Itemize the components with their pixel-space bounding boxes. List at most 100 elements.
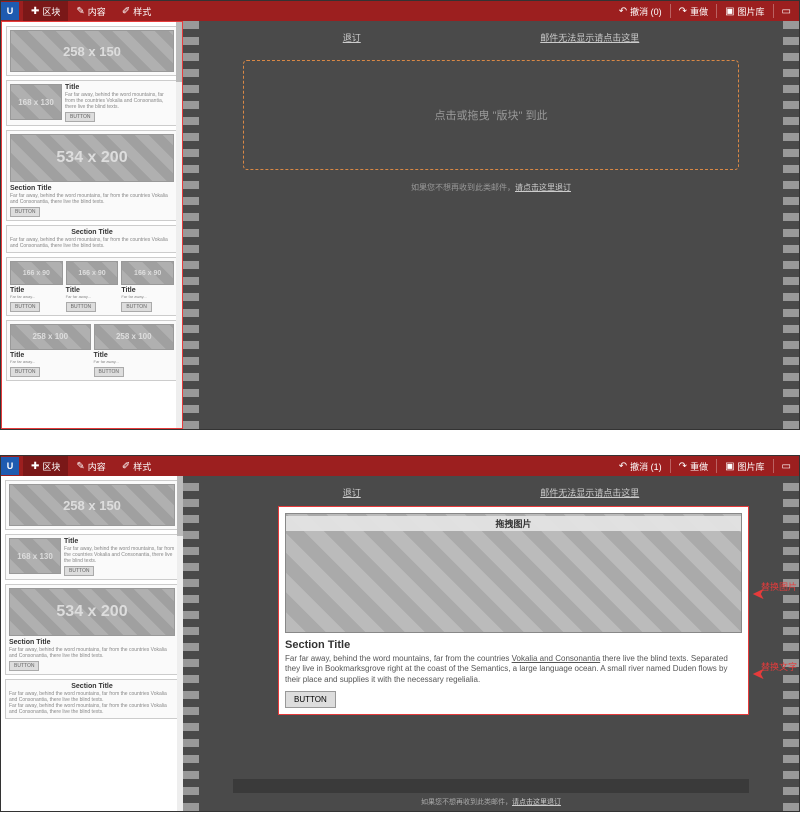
redo-label: 重做 xyxy=(690,5,708,18)
preview-button[interactable]: ▭ xyxy=(774,456,799,476)
placeholder-image: 166 x 90 xyxy=(10,261,63,285)
canvas-edge-left xyxy=(183,21,199,429)
canvas-edge-right xyxy=(783,476,799,811)
lorem-text: Far far away, behind the word mountains,… xyxy=(65,92,174,110)
block-button: BUTTON xyxy=(9,661,39,671)
block-template[interactable]: Section Title Far far away, behind the w… xyxy=(6,225,178,253)
block-button: BUTTON xyxy=(66,302,96,312)
block-template[interactable]: Section Title Far far away, behind the w… xyxy=(5,679,179,719)
app-logo[interactable]: U xyxy=(1,2,19,20)
lorem-text: Far far away, behind the word mountains,… xyxy=(10,237,174,249)
lorem-text: Far far away... xyxy=(121,295,174,300)
pencil-icon: ✎ xyxy=(76,6,84,17)
block-template[interactable]: 258 x 150 xyxy=(6,26,178,76)
placeholder-image: 166 x 90 xyxy=(121,261,174,285)
text-part: Far far away, behind the word mountains,… xyxy=(285,654,512,663)
block-image-area[interactable]: 拖拽图片 xyxy=(285,513,742,633)
tab-style[interactable]: ✐样式 xyxy=(114,1,159,21)
toolbar: U ✚区块 ✎内容 ✐样式 ↶撤消 (1) ↷重做 ▣ 图片库 ▭ xyxy=(1,456,799,476)
block-button: BUTTON xyxy=(64,566,94,576)
email-header-nav: 退订 邮件无法显示请点击这里 xyxy=(213,21,769,54)
placeholder-image: 258 x 100 xyxy=(10,324,91,350)
redo-button[interactable]: ↷重做 xyxy=(671,456,716,476)
tab-style-label: 样式 xyxy=(133,5,151,18)
view-online-link[interactable]: 邮件无法显示请点击这里 xyxy=(540,31,639,44)
annotation-replace-text: 替换文字 xyxy=(761,660,797,673)
block-template[interactable]: 168 x 130 Title Far far away, behind the… xyxy=(6,80,178,126)
selected-block[interactable]: 拖拽图片 Section Title Far far away, behind … xyxy=(278,506,749,715)
app-logo[interactable]: U xyxy=(1,457,19,475)
blocks-icon: ✚ xyxy=(31,6,39,17)
tab-content[interactable]: ✎ 内容 xyxy=(68,1,113,21)
tab-blocks-label: 区块 xyxy=(42,460,60,473)
toolbar: U ✚区块 ✎ 内容 ✐样式 ↶撤消 (0) ↷重做 ▣ 图片库 ▭ xyxy=(1,1,799,21)
scrollbar-thumb[interactable] xyxy=(176,22,182,82)
image-library-button[interactable]: ▣ 图片库 xyxy=(717,1,772,21)
tab-blocks[interactable]: ✚区块 xyxy=(23,1,68,21)
tab-style[interactable]: ✐样式 xyxy=(114,456,159,476)
undo-label: 撤消 (0) xyxy=(630,5,662,18)
tab-blocks[interactable]: ✚区块 xyxy=(23,456,68,476)
block-template[interactable]: 168 x 130 Title Far far away, behind the… xyxy=(5,534,179,580)
footer-unsub-link[interactable]: 请点击这里退订 xyxy=(515,183,571,192)
section-title: Section Title xyxy=(10,185,174,192)
placeholder-image: 166 x 90 xyxy=(66,261,119,285)
imglib-label: 图片库 xyxy=(738,5,765,18)
image-icon: ▣ xyxy=(725,461,734,472)
section-title: Section Title xyxy=(10,229,174,236)
footer-unsub-link[interactable]: 请点击这里退订 xyxy=(512,799,561,806)
lorem-text: Far far away, behind the word mountains,… xyxy=(64,546,175,564)
placeholder-image: 534 x 200 xyxy=(9,588,175,636)
annotation-replace-image: 替换图片 xyxy=(761,580,797,593)
editor-canvas[interactable]: 退订 邮件无法显示请点击这里 点击或拖曳 "版块" 到此 如果您不想再收到此类邮… xyxy=(183,21,799,429)
tab-content-label: 内容 xyxy=(88,5,106,18)
tab-style-label: 样式 xyxy=(133,460,151,473)
lorem-text: Far far away... xyxy=(10,360,91,365)
image-icon: ▣ xyxy=(725,6,734,17)
preview-button[interactable]: ▭ xyxy=(774,1,799,21)
block-body-text[interactable]: Far far away, behind the word mountains,… xyxy=(285,654,742,685)
unsubscribe-link[interactable]: 退订 xyxy=(343,31,361,44)
undo-icon: ↶ xyxy=(619,6,627,17)
unsubscribe-link[interactable]: 退订 xyxy=(343,486,361,499)
undo-icon: ↶ xyxy=(619,461,627,472)
lorem-text: Far far away, behind the word mountains,… xyxy=(9,703,175,715)
undo-button[interactable]: ↶撤消 (0) xyxy=(611,1,670,21)
email-header-nav: 退订 邮件无法显示请点击这里 xyxy=(213,476,769,509)
tab-content[interactable]: ✎内容 xyxy=(68,456,113,476)
blocks-sidebar: 258 x 150 168 x 130 Title Far far away, … xyxy=(1,476,183,811)
lorem-text: Far far away, behind the word mountains,… xyxy=(9,691,175,703)
block-template[interactable]: 166 x 90 166 x 90 166 x 90 TitleFar far … xyxy=(6,257,178,316)
block-section-title[interactable]: Section Title xyxy=(285,639,742,651)
canvas-edge-left xyxy=(183,476,199,811)
block-template[interactable]: 534 x 200 Section Title Far far away, be… xyxy=(5,584,179,675)
email-footer-bar xyxy=(233,779,749,793)
block-template[interactable]: 258 x 150 xyxy=(5,480,179,530)
placeholder-image: 168 x 130 xyxy=(9,538,61,574)
imglib-label: 图片库 xyxy=(738,460,765,473)
redo-button[interactable]: ↷重做 xyxy=(671,1,716,21)
scrollbar[interactable] xyxy=(176,22,182,428)
text-underline: Vokalia and Consonantia xyxy=(512,654,601,663)
block-button: BUTTON xyxy=(10,302,40,312)
image-library-button[interactable]: ▣ 图片库 xyxy=(717,456,772,476)
brush-icon: ✐ xyxy=(122,461,130,472)
email-footer: 如果您不想再收到此类邮件，请点击这里退订 xyxy=(213,797,769,807)
col-title: Title xyxy=(94,352,175,359)
view-online-link[interactable]: 邮件无法显示请点击这里 xyxy=(540,486,639,499)
block-template[interactable]: 258 x 100 258 x 100 TitleFar far away...… xyxy=(6,320,178,381)
block-title: Title xyxy=(64,538,175,545)
section-title: Section Title xyxy=(9,639,175,646)
screenshot-1: U ✚区块 ✎ 内容 ✐样式 ↶撤消 (0) ↷重做 ▣ 图片库 ▭ 258 x 1… xyxy=(0,0,800,430)
block-button: BUTTON xyxy=(121,302,151,312)
dropzone[interactable]: 点击或拖曳 "版块" 到此 xyxy=(243,60,739,170)
block-cta-button[interactable]: BUTTON xyxy=(285,691,336,708)
brush-icon: ✐ xyxy=(122,6,130,17)
image-drop-label: 拖拽图片 xyxy=(286,516,741,531)
section-title: Section Title xyxy=(9,683,175,690)
undo-button[interactable]: ↶撤消 (1) xyxy=(611,456,670,476)
block-template[interactable]: 534 x 200 Section Title Far far away, be… xyxy=(6,130,178,221)
editor-canvas[interactable]: 退订 邮件无法显示请点击这里 拖拽图片 Section Title Far fa… xyxy=(183,476,799,811)
redo-icon: ↷ xyxy=(679,6,687,17)
footer-text: 如果您不想再收到此类邮件， xyxy=(421,799,512,806)
